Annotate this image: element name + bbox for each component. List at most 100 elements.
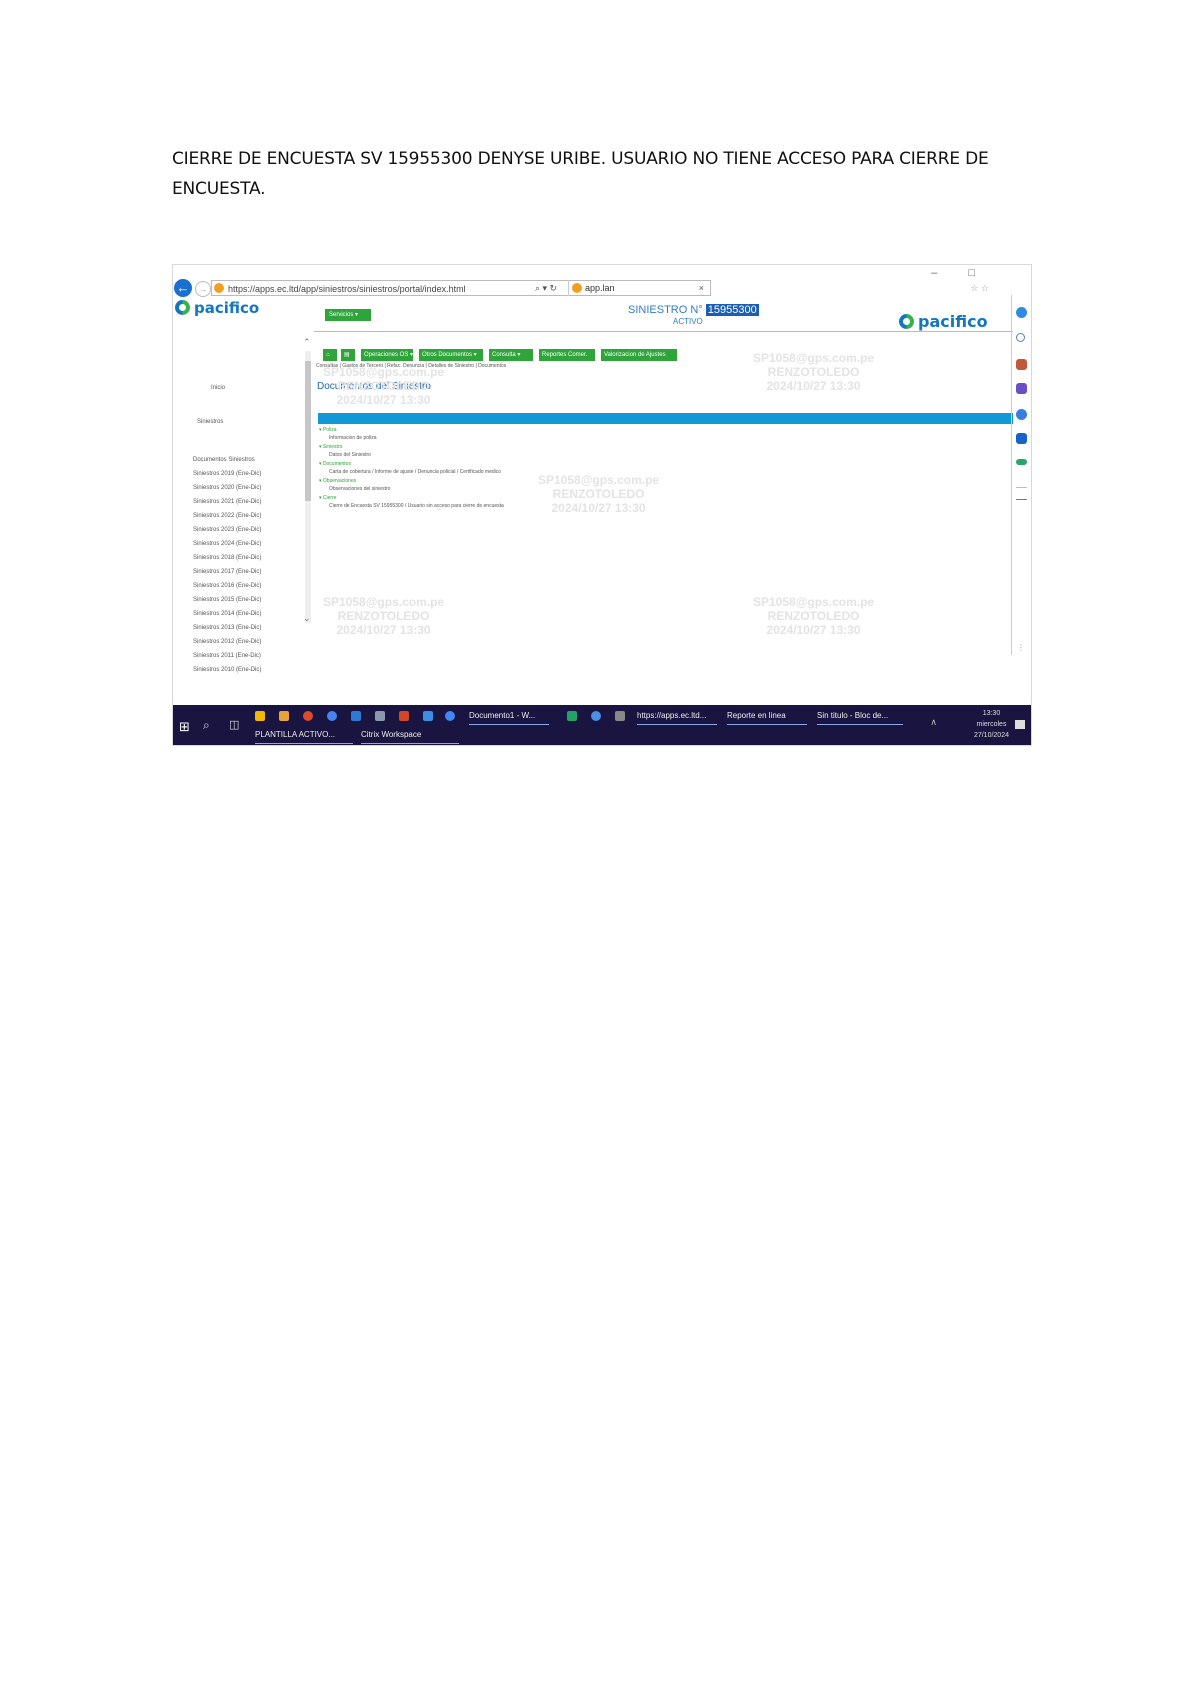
firefox-icon[interactable] [303, 711, 313, 721]
sidebar-item-siniestros[interactable]: Siniestros [197, 419, 223, 425]
windows-taskbar: ⊞ ⌕ ◫ Documento1 - W... https://apps.ec.… [173, 705, 1031, 745]
tree-leaf[interactable]: Datos del Siniestro [329, 452, 371, 458]
favorites-icons[interactable]: ☆ ☆ [970, 283, 989, 294]
scroll-up-icon[interactable]: ⌃ [303, 337, 311, 348]
briefcase-icon[interactable] [1016, 359, 1027, 370]
tree-leaf[interactable]: Observaciones del siniestro [329, 486, 390, 492]
sidebar-item[interactable]: Siniestros 2018 (Ene-Dic) [193, 555, 261, 561]
header-divider [314, 331, 1013, 332]
tree-node[interactable]: ▾ Siniestro [319, 444, 342, 450]
close-tab-icon[interactable]: × [699, 280, 704, 296]
sidebar-scrollbar[interactable] [305, 351, 311, 623]
sidebar-item[interactable]: Siniestros 2013 (Ene-Dic) [193, 625, 261, 631]
app-icon[interactable] [591, 711, 601, 721]
sidebar-item[interactable]: Siniestros 2022 (Ene-Dic) [193, 513, 261, 519]
browser-tab[interactable]: app.lan × [568, 280, 708, 296]
sidebar-item[interactable]: Siniestros 2019 (Ene-Dic) [193, 471, 261, 477]
valorizacion-button[interactable]: Valorizacion de Ajustes [601, 349, 677, 361]
home-button[interactable]: ⌂ [323, 349, 337, 361]
tree-leaf[interactable]: Carta de cobertura / Informe de ajuste /… [329, 469, 501, 475]
app-icon[interactable] [375, 711, 385, 721]
excel-icon[interactable] [567, 711, 577, 721]
file-explorer-icon[interactable] [279, 711, 289, 721]
search-icon[interactable]: ⌕ [203, 718, 210, 733]
clock-day: miercoles [976, 721, 1007, 728]
office-icon[interactable] [1016, 409, 1027, 420]
pacifico-mark-icon [175, 300, 190, 315]
operaciones-button[interactable]: Operaciones OS ▾ [361, 349, 413, 361]
sidebar: Inicio Siniestros Documentos Siniestros … [173, 335, 311, 673]
teams-icon[interactable] [1016, 383, 1027, 394]
pacifico-logo-right: pacifico [899, 312, 988, 331]
sidebar-item[interactable]: Siniestros 2024 (Ene-Dic) [193, 541, 261, 547]
chrome-icon[interactable] [327, 711, 337, 721]
otros-documentos-button[interactable]: Otros Documentos ▾ [419, 349, 483, 361]
chevron-up-icon[interactable]: ∧ [930, 717, 937, 728]
siniestro-label: SINIESTRO N° [628, 304, 703, 316]
app-icon[interactable] [399, 711, 409, 721]
sidebar-item[interactable]: Documentos Siniestros [193, 457, 255, 463]
save-button[interactable]: ▤ [341, 349, 355, 361]
tree-leaf[interactable]: Cierre de Encuesta SV 15955300 / Usuario… [329, 503, 504, 509]
task-view-icon[interactable]: ◫ [229, 718, 239, 731]
sidebar-item[interactable]: Siniestros 2020 (Ene-Dic) [193, 485, 261, 491]
divider-icon [1016, 487, 1027, 488]
reportes-button[interactable]: Reportes Comer. [539, 349, 595, 361]
back-arrow-icon[interactable]: ← [174, 279, 192, 297]
taskbar-app-plantilla[interactable]: PLANTILLA ACTIVO... [255, 727, 353, 744]
sticky-notes-icon[interactable] [255, 711, 265, 721]
add-icon[interactable] [1016, 499, 1027, 500]
pacifico-mark-icon [899, 314, 914, 329]
scroll-thumb[interactable] [305, 361, 311, 501]
clock-date: 27/10/2024 [973, 732, 1009, 739]
sidebar-item[interactable]: Siniestros 2011 (Ene-Dic) [193, 653, 261, 659]
windows-start-icon[interactable]: ⊞ [179, 719, 190, 735]
siniestro-status: ACTIVO [673, 317, 703, 326]
taskbar-app-notepad[interactable]: Sin titulo - Bloc de... [817, 708, 903, 725]
watermark: SP1058@gps.com.pe RENZOTOLEDO 2024/10/27… [323, 365, 445, 407]
tree-node[interactable]: ▾ Documentos [319, 461, 351, 467]
watermark: SP1058@gps.com.pe RENZOTOLEDO 2024/10/27… [753, 351, 875, 393]
copilot-icon[interactable] [1016, 307, 1027, 318]
tree-node[interactable]: ▾ Observaciones [319, 478, 356, 484]
gear-icon[interactable]: ⋮ [1017, 643, 1025, 652]
sidebar-item[interactable]: Siniestros 2010 (Ene-Dic) [193, 667, 261, 673]
tree-node[interactable]: ▾ Cierre [319, 495, 337, 501]
forward-arrow-icon[interactable]: → [195, 281, 211, 297]
sidebar-item[interactable]: Siniestros 2023 (Ene-Dic) [193, 527, 261, 533]
shopping-icon[interactable] [1016, 459, 1027, 465]
sidebar-item[interactable]: Siniestros 2017 (Ene-Dic) [193, 569, 261, 575]
chrome-icon[interactable] [445, 711, 455, 721]
siniestro-number: 15955300 [705, 304, 759, 316]
sidebar-item[interactable]: Siniestros 2015 (Ene-Dic) [193, 597, 261, 603]
calculator-icon[interactable] [615, 711, 625, 721]
window-controls[interactable]: – □ [931, 267, 989, 279]
address-controls[interactable]: ⌕ ▾ ↻ [535, 280, 557, 296]
ie-icon [572, 283, 582, 293]
ie-icon [214, 283, 224, 293]
sidebar-item[interactable]: Siniestros 2012 (Ene-Dic) [193, 639, 261, 645]
clock-time: 13:30 [982, 710, 1001, 717]
search-icon[interactable] [1016, 333, 1025, 342]
scroll-down-icon[interactable]: ⌄ [303, 613, 311, 624]
app-icon[interactable] [423, 711, 433, 721]
app-icon[interactable] [351, 711, 361, 721]
taskbar-app-report[interactable]: Reporte en linea [727, 708, 807, 725]
taskbar-app-word[interactable]: Documento1 - W... [469, 708, 549, 725]
notification-icon[interactable] [1015, 720, 1025, 729]
tree-leaf[interactable]: Informacion de poliza [329, 435, 377, 441]
sidebar-item[interactable]: Siniestros 2014 (Ene-Dic) [193, 611, 261, 617]
taskbar-app-citrix[interactable]: Citrix Workspace [361, 727, 459, 744]
sidebar-item[interactable]: Siniestros 2021 (Ene-Dic) [193, 499, 261, 505]
sidebar-item[interactable]: Siniestros 2016 (Ene-Dic) [193, 583, 261, 589]
taskbar-app-browser[interactable]: https://apps.ec.ltd... [637, 708, 717, 725]
system-clock[interactable]: 13:30 miercoles 27/10/2024 [974, 708, 1009, 741]
document-paragraph: CIERRE DE ENCUESTA SV 15955300 DENYSE UR… [172, 149, 989, 199]
sidebar-item-inicio[interactable]: Inicio [211, 385, 225, 391]
consulta-button[interactable]: Consulta ▾ [489, 349, 533, 361]
tree-node[interactable]: ▾ Poliza [319, 427, 337, 433]
services-menu-button[interactable]: Servicios ▾ [325, 309, 371, 321]
outlook-icon[interactable] [1016, 433, 1027, 444]
siniestro-header: SINIESTRO N° 15955300 [628, 304, 759, 316]
pacifico-logo-left: pacifico [175, 299, 259, 317]
